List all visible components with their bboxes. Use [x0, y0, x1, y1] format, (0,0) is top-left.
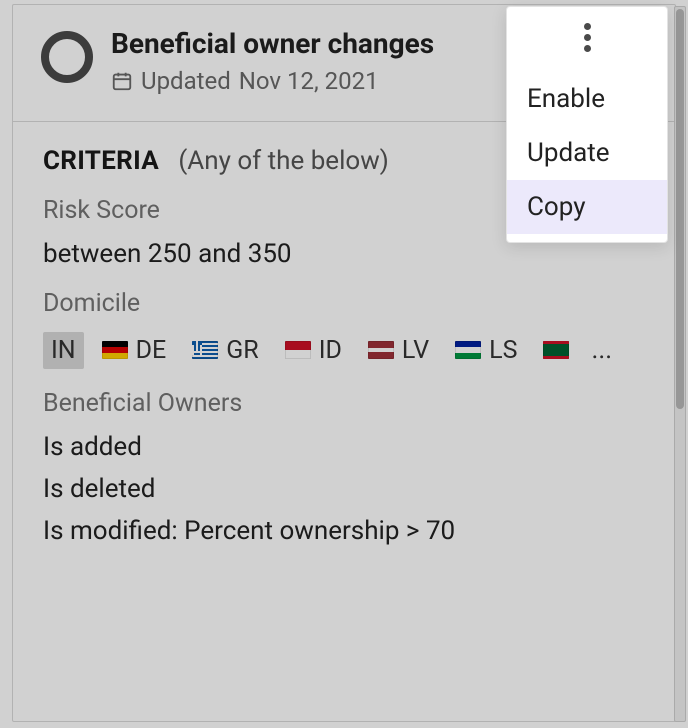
- beneficial-owners-list: Is added Is deleted Is modified: Percent o…: [43, 432, 645, 546]
- domicile-chip[interactable]: LS: [447, 332, 525, 369]
- beneficial-owners-label: Beneficial Owners: [43, 389, 645, 418]
- domicile-chip[interactable]: IN: [43, 332, 84, 369]
- criteria-label: CRITERIA: [43, 146, 159, 176]
- domicile-code: ID: [319, 336, 342, 365]
- domicile-chip[interactable]: ID: [277, 332, 350, 369]
- domicile-label: Domicile: [43, 289, 645, 318]
- beneficial-owner-condition: Is modified: Percent ownership > 70: [43, 516, 645, 546]
- domicile-code: DE: [136, 336, 167, 365]
- flag-icon: [368, 341, 394, 359]
- scrollbar-track[interactable]: [674, 6, 686, 722]
- domicile-code: LV: [402, 336, 429, 365]
- flag-icon: [285, 341, 311, 359]
- beneficial-owner-condition: Is added: [43, 432, 645, 462]
- updated-prefix: Updated: [141, 67, 231, 95]
- menu-item-enable[interactable]: Enable: [507, 72, 667, 126]
- domicile-chip[interactable]: DE: [94, 332, 175, 369]
- kebab-icon: [507, 23, 667, 72]
- flag-icon: [192, 341, 218, 359]
- domicile-code: LS: [489, 336, 517, 365]
- flag-icon: [102, 341, 128, 359]
- domicile-chip[interactable]: LV: [360, 332, 437, 369]
- flag-icon: [543, 341, 569, 359]
- status-indicator-icon: [41, 31, 93, 83]
- updated-date: Nov 12, 2021: [239, 67, 379, 95]
- calendar-icon: [111, 70, 133, 92]
- domicile-code: GR: [226, 336, 258, 365]
- actions-menu: EnableUpdateCopy: [506, 6, 668, 243]
- domicile-overflow[interactable]: ...: [587, 335, 612, 365]
- menu-item-copy[interactable]: Copy: [507, 180, 667, 234]
- domicile-code: IN: [51, 336, 76, 365]
- beneficial-owner-condition: Is deleted: [43, 474, 645, 504]
- menu-item-update[interactable]: Update: [507, 126, 667, 180]
- domicile-chip[interactable]: GR: [184, 332, 266, 369]
- criteria-qualifier: (Any of the below): [178, 146, 388, 176]
- flag-icon: [455, 341, 481, 359]
- risk-score-value: between 250 and 350: [43, 239, 645, 269]
- domicile-row: IN DE GR ID LV LS...: [43, 332, 645, 369]
- scrollbar-thumb[interactable]: [676, 9, 684, 409]
- domicile-chip[interactable]: [535, 337, 577, 363]
